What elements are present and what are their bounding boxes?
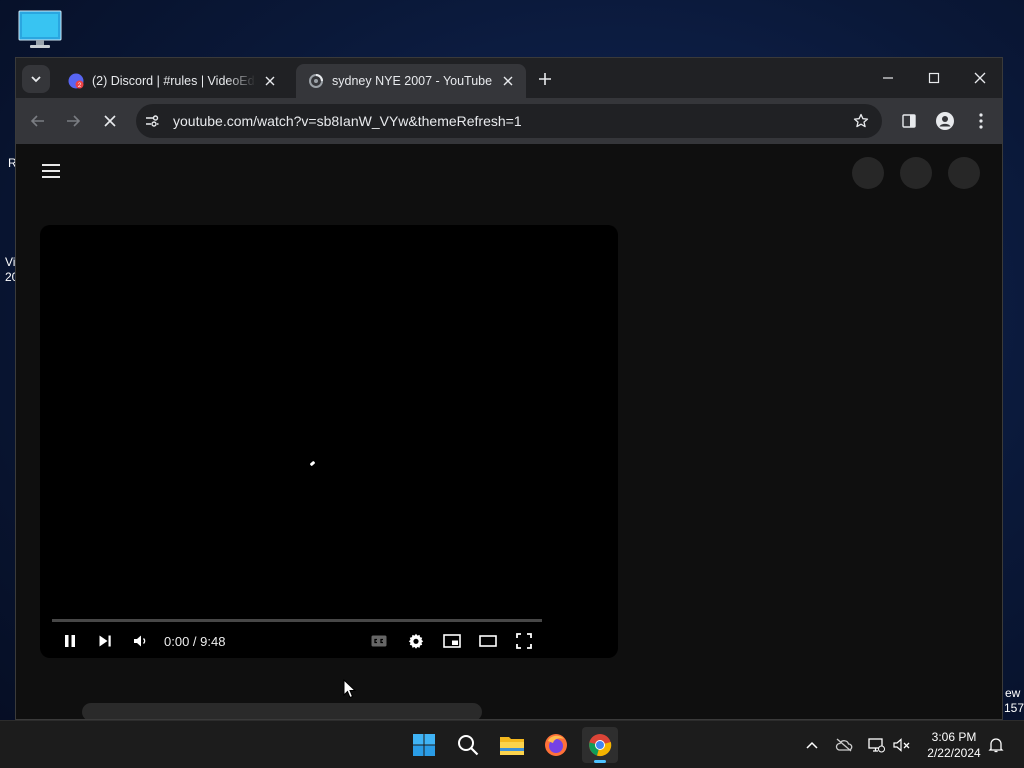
settings-button[interactable] <box>405 630 427 652</box>
menu-icon[interactable] <box>42 164 62 180</box>
close-icon <box>974 72 986 84</box>
show-hidden-icons-button[interactable] <box>802 735 822 755</box>
next-button[interactable] <box>94 630 116 652</box>
close-icon <box>104 115 116 127</box>
firefox-icon <box>545 734 567 756</box>
onedrive-button[interactable] <box>834 735 854 755</box>
fullscreen-icon <box>516 633 532 649</box>
network-disconnected-icon <box>868 738 885 753</box>
placeholder-avatar[interactable] <box>948 157 980 189</box>
bell-icon <box>988 738 1004 753</box>
volume-muted-button[interactable] <box>892 735 912 755</box>
horizontal-scrollbar[interactable] <box>82 703 482 719</box>
arrow-right-icon <box>67 115 81 127</box>
miniplayer-icon <box>443 634 461 648</box>
chevron-down-icon <box>31 76 41 83</box>
loading-spinner <box>309 460 316 467</box>
volume-icon <box>134 635 146 647</box>
close-window-button[interactable] <box>968 67 992 89</box>
tab-youtube[interactable]: sydney NYE 2007 - YouTube <box>296 64 526 98</box>
desktop-label-fragment: 157 <box>1004 701 1024 715</box>
forward-button[interactable] <box>61 109 85 133</box>
fullscreen-button[interactable] <box>513 630 535 652</box>
placeholder-button[interactable] <box>900 157 932 189</box>
profile-button[interactable] <box>933 109 957 133</box>
subtitles-button[interactable] <box>368 630 390 652</box>
start-icon <box>413 734 435 756</box>
side-panel-icon <box>902 114 916 128</box>
start-button[interactable] <box>406 727 442 763</box>
notifications-button[interactable] <box>986 735 1006 755</box>
volume-button[interactable] <box>130 630 152 652</box>
close-icon[interactable] <box>262 73 278 89</box>
gear-icon <box>408 633 424 649</box>
browser-menu-button[interactable] <box>969 109 993 133</box>
search-icon <box>458 735 479 756</box>
chrome-icon <box>589 734 612 757</box>
this-pc-desktop-icon[interactable] <box>18 10 62 50</box>
stop-loading-button[interactable] <box>98 109 122 133</box>
chevron-up-icon <box>806 741 818 749</box>
time-display: 0:00 / 9:48 <box>164 634 226 649</box>
search-button[interactable] <box>450 727 486 763</box>
file-explorer-button[interactable] <box>494 727 530 763</box>
new-tab-button[interactable] <box>535 69 555 89</box>
speaker-muted-icon <box>893 738 910 752</box>
site-info-icon[interactable] <box>143 112 161 130</box>
taskbar: 3:06 PM 2/22/2024 <box>0 720 1024 768</box>
clock-time: 3:06 PM <box>931 730 977 744</box>
network-button[interactable] <box>866 735 886 755</box>
back-button[interactable] <box>26 109 50 133</box>
pause-button[interactable] <box>59 630 81 652</box>
minimize-icon <box>883 77 893 79</box>
tab-search-button[interactable] <box>22 65 50 93</box>
maximize-button[interactable] <box>922 67 946 89</box>
firefox-button[interactable] <box>538 727 574 763</box>
subtitles-icon <box>371 635 387 647</box>
clock-date: 2/22/2024 <box>927 746 981 760</box>
minimize-button[interactable] <box>876 67 900 89</box>
theater-mode-button[interactable] <box>477 630 499 652</box>
progress-bar[interactable] <box>52 619 542 622</box>
mouse-cursor-icon <box>343 678 357 703</box>
theater-mode-icon <box>479 635 497 647</box>
clock[interactable]: 3:06 PM 2/22/2024 <box>918 729 990 761</box>
arrow-left-icon <box>30 115 44 127</box>
running-indicator <box>594 760 606 763</box>
side-panel-button[interactable] <box>897 109 921 133</box>
chrome-window: 2 (2) Discord | #rules | VideoEditB sydn… <box>15 57 1003 720</box>
close-icon[interactable] <box>500 73 516 89</box>
maximize-icon <box>928 72 940 84</box>
tab-title: sydney NYE 2007 - YouTube <box>332 74 493 88</box>
loading-icon <box>308 73 324 89</box>
more-vert-icon <box>979 113 983 129</box>
browser-toolbar: youtube.com/watch?v=sb8IanW_VYw&themeRef… <box>16 98 1002 144</box>
url-text[interactable]: youtube.com/watch?v=sb8IanW_VYw&themeRef… <box>173 113 522 129</box>
video-player[interactable]: 0:00 / 9:48 <box>40 225 618 658</box>
plus-icon <box>539 73 551 85</box>
tab-strip: 2 (2) Discord | #rules | VideoEditB sydn… <box>16 58 1002 98</box>
desktop-label-fragment: Vi <box>5 255 16 269</box>
address-bar[interactable]: youtube.com/watch?v=sb8IanW_VYw&themeRef… <box>136 104 882 138</box>
placeholder-button[interactable] <box>852 157 884 189</box>
file-explorer-icon <box>500 737 524 755</box>
discord-icon: 2 <box>68 73 84 89</box>
pause-icon <box>65 635 75 647</box>
profile-icon <box>936 112 954 130</box>
chrome-button[interactable] <box>582 727 618 763</box>
tab-title: (2) Discord | #rules | VideoEditB <box>92 74 256 88</box>
miniplayer-button[interactable] <box>441 630 463 652</box>
desktop-label-fragment: ew <box>1005 686 1021 700</box>
cloud-offline-icon <box>835 738 853 752</box>
skip-next-icon <box>99 635 111 647</box>
bookmark-star-icon[interactable] <box>852 112 870 130</box>
tab-discord[interactable]: 2 (2) Discord | #rules | VideoEditB <box>56 64 288 98</box>
youtube-page: 0:00 / 9:48 <box>16 144 1002 719</box>
